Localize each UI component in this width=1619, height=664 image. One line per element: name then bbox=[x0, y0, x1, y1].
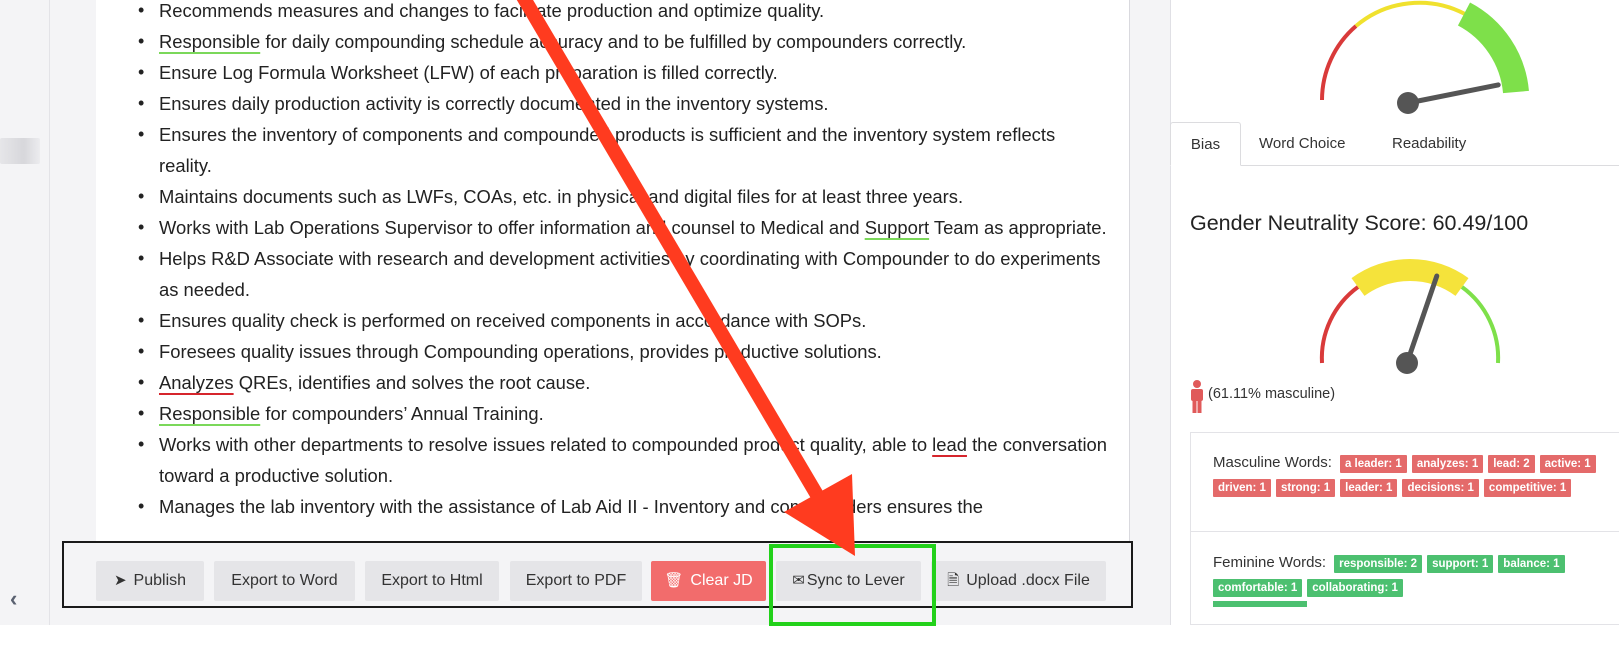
jd-bullet: Ensures the inventory of components and … bbox=[138, 119, 1129, 181]
gender-words-box: Masculine Words: a leader: 1 analyzes: 1 le… bbox=[1190, 432, 1619, 625]
masculine-words-label: Masculine Words: bbox=[1213, 454, 1332, 471]
feminine-chip-overflow bbox=[1213, 601, 1307, 607]
bullet-text: Recommends measures and changes to facil… bbox=[159, 0, 825, 21]
words-divider bbox=[1191, 531, 1619, 532]
jd-bullet: Recommends measures and changes to facil… bbox=[138, 0, 1129, 26]
male-person-icon bbox=[1191, 380, 1203, 413]
jd-bullet: Ensures quality check is performed on re… bbox=[138, 305, 1129, 336]
masculine-percentage: (61.11% masculine) bbox=[1208, 386, 1336, 402]
tab-bias-label: Bias bbox=[1190, 136, 1221, 153]
masculine-word-chip[interactable]: lead: 2 bbox=[1488, 455, 1535, 473]
masculine-word-chip[interactable]: competitive: 1 bbox=[1483, 479, 1572, 497]
feminine-word-chip[interactable]: collaborating: 1 bbox=[1307, 579, 1403, 597]
upload-docx-label: Upload .docx File bbox=[966, 572, 1090, 589]
analysis-tabs: Bias Word Choice Readability bbox=[1170, 122, 1619, 166]
clear-jd-button[interactable]: 🗑 Clear JD bbox=[651, 561, 766, 601]
publish-button[interactable]: ➤ Publish bbox=[96, 561, 204, 601]
bullet-text: Ensures the inventory of components and … bbox=[159, 124, 1056, 176]
export-pdf-label: Export to PDF bbox=[525, 572, 627, 589]
bullet-text: Ensures daily production activity is cor… bbox=[159, 93, 829, 114]
gender-gauge-yellow-arc bbox=[1351, 259, 1469, 297]
gauge-yellow-arc bbox=[1354, 0, 1466, 28]
tab-readability-label: Readability bbox=[1392, 135, 1467, 152]
file-upload-icon: 🗎 bbox=[947, 572, 960, 589]
editor-toolbar: ➤ Publish Export to Word Export to Html E… bbox=[62, 541, 1133, 608]
jd-bullet: Ensures daily production activity is cor… bbox=[138, 88, 1129, 119]
masculine-word-chip[interactable]: leader: 1 bbox=[1340, 479, 1398, 497]
jd-bullet: Works with Lab Operations Supervisor to … bbox=[138, 212, 1129, 243]
bullet-text: for compounders’ Annual Training. bbox=[260, 403, 544, 424]
tab-bias[interactable]: Bias bbox=[1170, 122, 1241, 166]
feminine-word-chip[interactable]: responsible: 2 bbox=[1334, 555, 1423, 573]
tab-word-choice[interactable]: Word Choice bbox=[1259, 122, 1345, 166]
feminine-word-chip[interactable]: support: 1 bbox=[1427, 555, 1494, 573]
bullet-text: QREs, identifies and solves the root cau… bbox=[233, 372, 591, 393]
gender-gauge-needle bbox=[1404, 273, 1440, 366]
readability-gauge bbox=[1320, 0, 1529, 114]
flagged-word-red[interactable]: Analyzes bbox=[159, 372, 234, 393]
flagged-word-green[interactable]: Responsible bbox=[159, 31, 260, 52]
jd-bullet: Analyzes QREs, identifies and solves the… bbox=[138, 367, 1129, 398]
masculine-word-chip[interactable]: active: 1 bbox=[1539, 455, 1596, 473]
jd-bullet: Responsible for compounders’ Annual Trai… bbox=[138, 398, 1129, 429]
publish-label: Publish bbox=[133, 572, 187, 589]
masculine-word-chip[interactable]: decisions: 1 bbox=[1402, 479, 1479, 497]
bullet-text: Maintains documents such as LWFs, COAs, … bbox=[159, 186, 964, 207]
masculine-word-chip[interactable]: driven: 1 bbox=[1213, 479, 1271, 497]
job-description-document[interactable]: Recommends measures and changes to facil… bbox=[96, 0, 1130, 560]
jd-bullet: Manages the lab inventory with the assis… bbox=[138, 491, 1129, 522]
masculine-words-row: Masculine Words: a leader: 1 analyzes: 1 le… bbox=[1213, 451, 1613, 499]
jd-bullet: Helps R&D Associate with research and de… bbox=[138, 243, 1129, 305]
masculine-word-chip[interactable]: a leader: 1 bbox=[1339, 455, 1407, 473]
feminine-word-chip[interactable]: comfortable: 1 bbox=[1213, 579, 1303, 597]
bullet-text: Ensure Log Formula Worksheet (LFW) of ea… bbox=[159, 62, 778, 83]
gauge-needle bbox=[1405, 82, 1501, 106]
flagged-word-green[interactable]: Responsible bbox=[159, 403, 260, 424]
gauge-green-arc bbox=[1457, 2, 1529, 94]
gender-gauge-red-arc bbox=[1319, 285, 1360, 364]
upload-docx-button[interactable]: 🗎 Upload .docx File bbox=[931, 561, 1106, 601]
export-html-label: Export to Html bbox=[381, 572, 483, 589]
export-pdf-button[interactable]: Export to PDF bbox=[510, 561, 642, 601]
bullet-text: for daily compounding schedule accuracy … bbox=[260, 31, 967, 52]
export-word-label: Export to Word bbox=[231, 572, 338, 589]
flagged-word-red[interactable]: lead bbox=[932, 434, 967, 455]
gauge-red-arc bbox=[1320, 24, 1358, 101]
sync-lever-highlight bbox=[769, 544, 936, 626]
jd-bullet: Works with other departments to resolve … bbox=[138, 429, 1129, 491]
paper-plane-icon: ➤ bbox=[113, 572, 127, 589]
gender-neutrality-gauge bbox=[1319, 259, 1501, 374]
export-html-button[interactable]: Export to Html bbox=[365, 561, 499, 601]
masculine-word-chip[interactable]: analyzes: 1 bbox=[1411, 455, 1484, 473]
masculine-word-chip[interactable]: strong: 1 bbox=[1275, 479, 1336, 497]
bullet-text: Helps R&D Associate with research and de… bbox=[159, 248, 1101, 300]
clear-jd-label: Clear JD bbox=[690, 572, 753, 589]
tab-readability[interactable]: Readability bbox=[1392, 122, 1466, 166]
jd-bullet: Foresees quality issues through Compound… bbox=[138, 336, 1129, 367]
bullet-text: Foresees quality issues through Compound… bbox=[159, 341, 882, 362]
tab-word-choice-label: Word Choice bbox=[1259, 135, 1346, 152]
rail-blurred-item[interactable] bbox=[0, 138, 40, 164]
bullet-text: Ensures quality check is performed on re… bbox=[159, 310, 867, 331]
chevron-left-icon[interactable]: ‹ bbox=[10, 588, 32, 610]
jd-bullet: Maintains documents such as LWFs, COAs, … bbox=[138, 181, 1129, 212]
jd-bullet: Responsible for daily compounding schedu… bbox=[138, 26, 1129, 57]
bullet-text: Team as appropriate. bbox=[929, 217, 1107, 238]
bullet-list: Recommends measures and changes to facil… bbox=[96, 0, 1129, 522]
left-rail: ‹ bbox=[0, 0, 50, 625]
gender-neutrality-score-title: Gender Neutrality Score: 60.49/100 bbox=[1190, 211, 1529, 235]
feminine-words-row: Feminine Words: responsible: 2 support: 1b… bbox=[1213, 551, 1613, 599]
gender-gauge-green-arc bbox=[1460, 285, 1501, 364]
feminine-words-label: Feminine Words: bbox=[1213, 554, 1327, 571]
gender-gauge-hub bbox=[1396, 352, 1418, 374]
bullet-text: Manages the lab inventory with the assis… bbox=[159, 496, 983, 517]
jd-bullet: Ensure Log Formula Worksheet (LFW) of ea… bbox=[138, 57, 1129, 88]
gauge-hub bbox=[1397, 92, 1419, 114]
bullet-text: Works with Lab Operations Supervisor to … bbox=[159, 217, 865, 238]
feminine-word-chip[interactable]: balance: 1 bbox=[1498, 555, 1565, 573]
export-word-button[interactable]: Export to Word bbox=[214, 561, 355, 601]
trash-icon: 🗑 bbox=[664, 572, 684, 589]
bullet-text: Works with other departments to resolve … bbox=[159, 434, 933, 455]
flagged-word-green[interactable]: Support bbox=[865, 217, 929, 238]
